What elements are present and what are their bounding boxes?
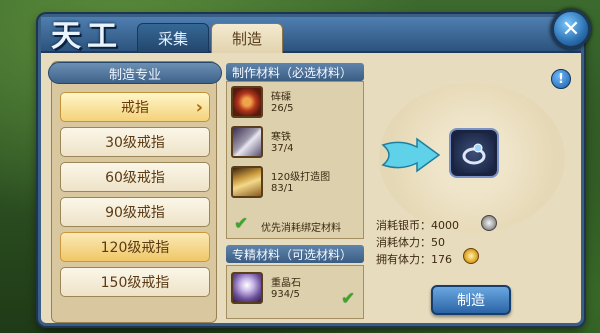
tab-make[interactable]: 制造 [211,23,283,53]
stamina-cost-label: 消耗体力： [376,236,431,249]
stamina-cost: 消耗体力：50 [376,234,445,250]
material-name: 120级打造图 [271,172,331,183]
material-name: 寒铁 [271,132,291,143]
material-count: 934/5 [271,289,300,300]
close-icon: ✕ [561,16,581,42]
specialty-label: 90级戒指 [105,205,165,221]
specialty-label: 60级戒指 [105,170,165,186]
optional-materials-panel: 重晶石 934/5 ✔ [226,265,364,319]
info-button[interactable]: ! [551,69,571,89]
material-row[interactable]: 120级打造图 83/1 [231,166,361,202]
specialty-label: 30级戒指 [105,135,165,151]
specialty-item-ring-150[interactable]: 150级戒指 [60,267,210,297]
cyan-arrow-icon [381,137,441,173]
stamina-cost-value: 50 [431,236,445,249]
specialty-panel: 制造专业 戒指 › 30级戒指 60级戒指 90级戒指 120级戒指 150级戒… [48,61,222,323]
specialty-list: 戒指 › 30级戒指 60级戒指 90级戒指 120级戒指 150级戒指 [60,92,210,302]
silver-cost-value: 4000 [431,219,459,232]
prefer-bound-label: 优先消耗绑定材料 [261,223,341,234]
optional-material-checkbox[interactable]: ✔ [341,290,359,308]
specialty-item-ring-120[interactable]: 120级戒指 [60,232,210,262]
crafting-window: 天工 采集 制造 ✕ 制造专业 戒指 › 30级戒指 60级戒指 90级戒指 1… [38,9,591,326]
specialty-item-ring[interactable]: 戒指 › [60,92,210,122]
material-count: 37/4 [271,143,294,154]
owned-stamina-value: 176 [431,253,452,266]
scroll-icon [231,166,263,198]
chevron-right-icon: › [195,97,203,118]
material-name: 重晶石 [271,278,301,289]
owned-stamina-label: 拥有体力： [376,253,431,266]
add-stamina-icon[interactable] [463,248,479,264]
specialty-item-ring-30[interactable]: 30级戒指 [60,127,210,157]
product-ring-slot[interactable] [451,130,497,176]
material-row[interactable]: 砗磲 26/5 [231,86,361,122]
checkmark-icon: ✔ [234,214,249,234]
crystal-icon [231,272,263,304]
window-title-logo: 天工 [51,19,123,54]
material-row[interactable]: 寒铁 37/4 [231,126,361,162]
owned-stamina: 拥有体力：176 [376,251,452,267]
prefer-bound-checkbox[interactable]: ✔ [234,215,252,233]
craft-button[interactable]: 制造 [431,285,511,315]
silver-coin-icon [481,215,497,231]
specialty-label: 150级戒指 [100,275,170,291]
silver-cost: 消耗银币：4000 [376,217,459,233]
specialty-label: 戒指 [121,100,149,116]
tab-gather[interactable]: 采集 [137,23,209,53]
title-bar: 天工 采集 制造 ✕ [41,9,591,54]
iron-ingot-icon [231,126,263,158]
silver-cost-label: 消耗银币： [376,219,431,232]
exclamation-icon: ! [558,71,564,87]
close-button[interactable]: ✕ [551,9,591,49]
ring-icon [462,143,486,165]
material-count: 26/5 [271,103,294,114]
required-materials-title: 制作材料（必选材料） [226,63,364,81]
material-count: 83/1 [271,183,294,194]
bead-bracelet-icon [231,86,263,118]
optional-materials-title: 专精材料（可选材料） [226,245,364,263]
material-name: 砗磲 [271,92,291,103]
specialty-title: 制造专业 [48,62,222,84]
specialty-label: 120级戒指 [100,240,170,256]
specialty-item-ring-90[interactable]: 90级戒指 [60,197,210,227]
specialty-item-ring-60[interactable]: 60级戒指 [60,162,210,192]
checkmark-icon: ✔ [341,289,356,309]
